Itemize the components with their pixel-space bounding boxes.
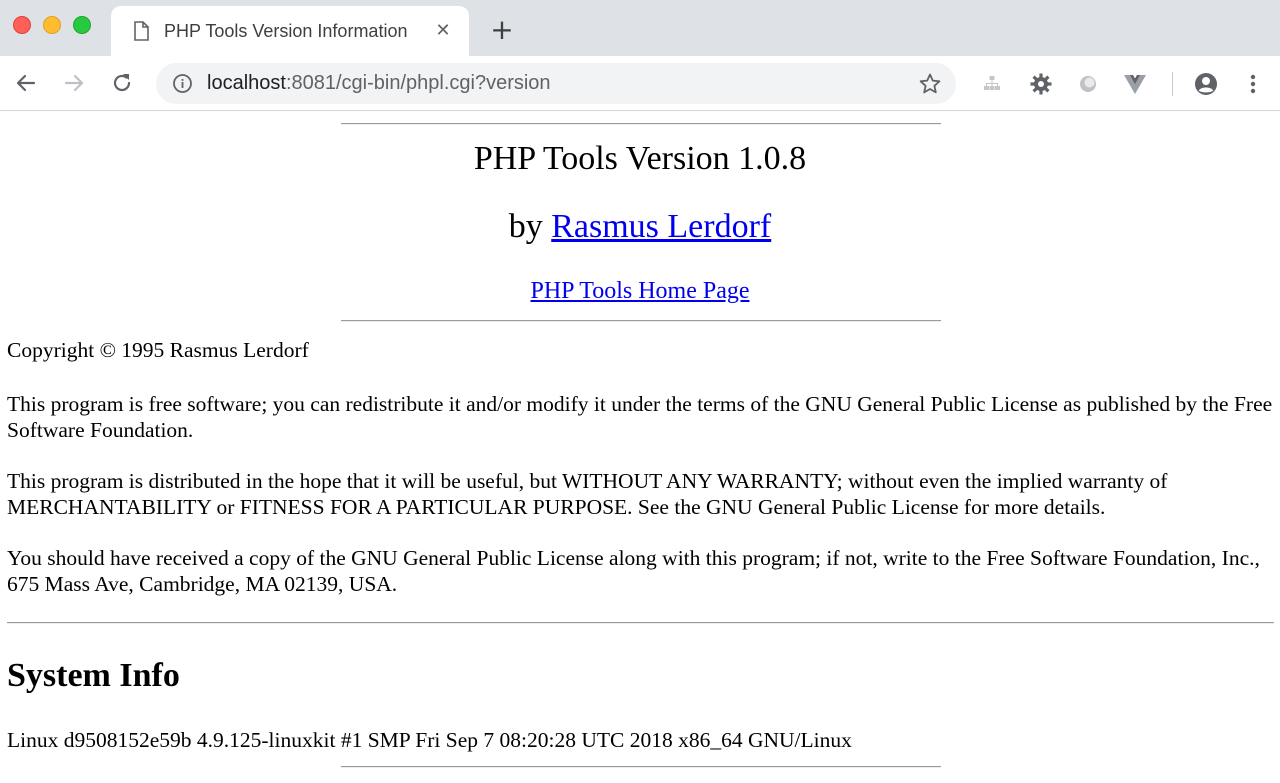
window-minimize-button[interactable] [43, 16, 61, 34]
browser-toolbar: localhost:8081/cgi-bin/phpl.cgi?version [0, 56, 1280, 111]
divider-top [341, 123, 941, 125]
system-info-heading: System Info [7, 657, 180, 694]
license-paragraph-1: This program is free software; you can r… [7, 392, 1273, 442]
author-link[interactable]: Rasmus Lerdorf [551, 208, 771, 245]
more-vert-icon[interactable] [1240, 71, 1266, 97]
by-prefix: by [508, 208, 552, 245]
home-page-line: PHP Tools Home Page [0, 278, 1280, 305]
tab-close-icon[interactable]: ✕ [433, 21, 453, 41]
window-close-button[interactable] [13, 16, 31, 34]
home-page-link[interactable]: PHP Tools Home Page [531, 278, 750, 304]
divider-section [7, 622, 1274, 624]
toolbar-separator [1172, 72, 1173, 96]
url-text[interactable]: localhost:8081/cgi-bin/phpl.cgi?version [207, 72, 551, 95]
divider-bottom [341, 766, 941, 768]
window-zoom-button[interactable] [73, 16, 91, 34]
new-tab-button[interactable]: + [488, 16, 516, 45]
tab-active[interactable]: PHP Tools Version Information ✕ [111, 6, 469, 56]
system-info-text: Linux d9508152e59b 4.9.125-linuxkit #1 S… [7, 728, 852, 752]
page-content: PHP Tools Version 1.0.8 by Rasmus Lerdor… [0, 112, 1280, 783]
author-line: by Rasmus Lerdorf [0, 208, 1280, 246]
license-paragraph-2: This program is distributed in the hope … [7, 469, 1168, 519]
tab-strip: PHP Tools Version Information ✕ + [0, 0, 1280, 56]
gear-icon[interactable] [1028, 71, 1054, 97]
vuejs-icon[interactable] [1122, 71, 1148, 97]
url-host: localhost [207, 72, 286, 94]
page-icon [133, 21, 149, 41]
copyright-text: Copyright © 1995 Rasmus Lerdorf [7, 338, 309, 362]
divider-header-bottom [341, 320, 941, 322]
license-paragraph-3: You should have received a copy of the G… [7, 546, 1260, 596]
sitemap-icon[interactable] [979, 71, 1005, 97]
account-icon[interactable] [1193, 71, 1219, 97]
circle-icon[interactable] [1075, 71, 1101, 97]
info-icon[interactable] [172, 73, 193, 94]
page-title: PHP Tools Version 1.0.8 [473, 140, 807, 177]
reload-icon[interactable] [109, 70, 135, 96]
forward-arrow-icon[interactable] [61, 70, 87, 96]
back-arrow-icon[interactable] [13, 70, 39, 96]
star-icon[interactable] [918, 72, 942, 96]
tab-title: PHP Tools Version Information [164, 21, 408, 41]
url-path: :8081/cgi-bin/phpl.cgi?version [285, 72, 551, 94]
address-bar[interactable]: localhost:8081/cgi-bin/phpl.cgi?version [156, 63, 956, 104]
